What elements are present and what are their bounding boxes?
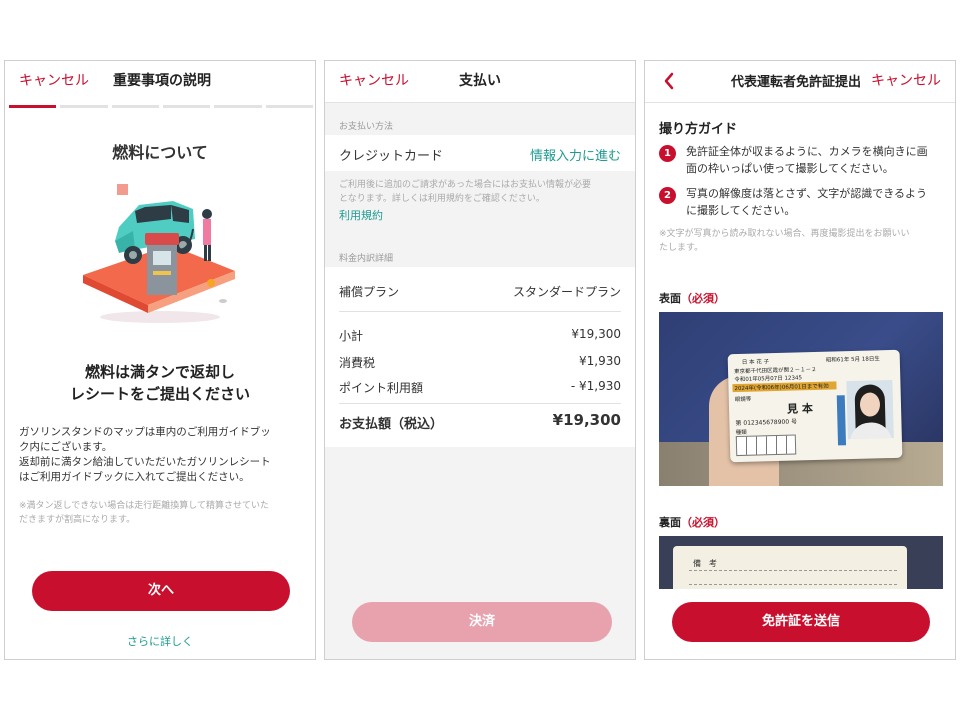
progress-bar: [9, 105, 313, 108]
license-name: 日 本 花 子: [741, 359, 770, 366]
plan-row: 補償プラン スタンダードプラン: [339, 283, 621, 300]
license-class-grid: [735, 434, 797, 457]
divider: [339, 403, 621, 404]
notice-line: ご利用後に追加のご請求があった場合にはお支払い情報が必要: [339, 180, 592, 190]
description-line: ガソリンスタンドのマップは車内のご利用ガイドブッ: [19, 426, 271, 438]
chevron-left-icon[interactable]: [663, 72, 675, 90]
progress-step-5: [214, 105, 262, 108]
license-number: 第 012345678900 号: [735, 418, 798, 428]
enter-info-link[interactable]: 情報入力に進む: [530, 145, 621, 164]
description-line: はご利用ガイドブックに入れてご提出ください。: [19, 471, 250, 483]
total-label: お支払額（税込）: [339, 417, 444, 432]
license-condition: 眼鏡等: [734, 396, 752, 404]
back-field-label: 備 考: [693, 559, 717, 568]
back-field-line: [689, 584, 897, 585]
cancel-button[interactable]: キャンセル: [339, 70, 409, 90]
tax-row: 消費税 ¥1,930: [339, 354, 621, 371]
step-number-badge: 2: [659, 187, 676, 204]
points-value: - ¥1,930: [570, 379, 621, 393]
section-heading: 燃料について: [112, 143, 208, 162]
points-row: ポイント利用額 - ¥1,930: [339, 379, 621, 396]
header: 代表運転者免許証提出 キャンセル: [645, 61, 955, 103]
footnote-line: ※満タン返しできない場合は走行距離換算して精算させていた: [19, 501, 270, 511]
license-front-photo[interactable]: 日 本 花 子 昭和61年 5月 18日生 東京都千代田区霞が関２－１－２ 令和…: [659, 312, 943, 486]
license-portrait: [846, 379, 894, 440]
step-text-line: 面の枠いっぱい使って撮影してください。: [686, 162, 894, 175]
terms-link[interactable]: 利用規約: [339, 207, 383, 223]
license-back-photo[interactable]: 備 考: [659, 536, 943, 592]
plan-label: 補償プラン: [339, 285, 400, 299]
step-text: 写真の解像度は落とさず、文字が認識できるよう に撮影してください。: [686, 185, 927, 219]
description-line: 返却前に満タン給油していただいたガソリンレシート: [19, 456, 271, 468]
header: キャンセル 支払い: [325, 61, 635, 103]
points-label: ポイント利用額: [339, 381, 424, 395]
progress-step-3: [111, 105, 159, 108]
step-text-line: 写真の解像度は落とさず、文字が認識できるよう: [686, 187, 928, 200]
tax-label: 消費税: [339, 356, 376, 370]
total-row: お支払額（税込） ¥19,300: [339, 411, 621, 432]
main-message-line1: 燃料は満タンで返却し: [84, 363, 235, 381]
license-expiry: 2024年(令和06年)06月01日まで有効: [732, 381, 837, 393]
credit-card-row[interactable]: クレジットカード 情報入力に進む: [325, 135, 635, 171]
payment-screen: キャンセル 支払い お支払い方法 クレジットカード 情報入力に進む ご利用後に追…: [324, 60, 636, 660]
front-label: 表面: [659, 292, 681, 305]
payment-notice: ご利用後に追加のご請求があった場合にはお支払い情報が必要 となります。詳しくは利…: [339, 178, 591, 206]
description-line: ク内にございます。: [19, 441, 113, 453]
tax-value: ¥1,930: [579, 354, 621, 368]
license-sample-mark: 見 本: [786, 402, 814, 416]
step-text-line: に撮影してください。: [686, 204, 796, 217]
note-line: ※文字が写真から読み取れない場合、再度撮影提出をお願いい: [659, 229, 910, 239]
front-side-label: 表面（必須）: [659, 290, 725, 306]
step-number-badge: 1: [659, 145, 676, 162]
subtotal-row: 小計 ¥19,300: [339, 327, 621, 344]
progress-step-1: [9, 105, 57, 108]
payment-method-label: お支払い方法: [339, 122, 394, 132]
progress-step-2: [60, 105, 108, 108]
page-title: 支払い: [459, 73, 501, 89]
note-line: たします。: [659, 243, 704, 253]
more-details-link[interactable]: さらに詳しく: [5, 633, 315, 649]
description: ガソリンスタンドのマップは車内のご利用ガイドブッ ク内にございます。 返却前に満…: [19, 425, 271, 485]
header: キャンセル 重要事項の説明: [5, 61, 315, 101]
required-mark: （必須）: [681, 516, 725, 529]
page-title: 重要事項の説明: [113, 73, 211, 89]
step-text-line: 免許証全体が収まるように、カメラを横向きに画: [686, 145, 928, 158]
next-button[interactable]: 次へ: [32, 571, 290, 611]
license-submission-screen: 代表運転者免許証提出 キャンセル 撮り方ガイド 1 免許証全体が収まるように、カ…: [644, 60, 956, 660]
fuel-explanation-screen: キャンセル 重要事項の説明 燃料について 燃料は満タンで返却し レシートをご提出…: [4, 60, 316, 660]
license-card: 日 本 花 子 昭和61年 5月 18日生 東京都千代田区霞が関２－１－２ 令和…: [727, 349, 903, 463]
page-title: 代表運転者免許証提出: [731, 75, 862, 90]
license-back-card: 備 考: [673, 546, 907, 592]
main-message-line2: レシートをご提出ください: [69, 385, 250, 403]
submit-license-button[interactable]: 免許証を送信: [672, 602, 930, 642]
car-fuel-illustration: [83, 184, 235, 323]
back-side-label: 裏面（必須）: [659, 514, 725, 530]
plan-value: スタンダードプラン: [512, 285, 621, 299]
license-side-strip: [836, 395, 847, 446]
divider: [339, 311, 621, 312]
footnote-line: だきますが割高になります。: [19, 515, 136, 525]
notice-line: となります。詳しくは利用規約をご確認ください。: [339, 194, 545, 204]
cancel-button[interactable]: キャンセル: [19, 70, 89, 90]
breakdown-label: 料金内訳詳細: [339, 254, 394, 264]
credit-card-label: クレジットカード: [339, 149, 444, 164]
back-field-line: [689, 570, 897, 571]
cancel-button[interactable]: キャンセル: [871, 70, 941, 90]
subtotal-label: 小計: [339, 329, 364, 343]
required-mark: （必須）: [681, 292, 725, 305]
pay-button[interactable]: 決済: [352, 602, 612, 642]
subtotal-value: ¥19,300: [571, 327, 621, 341]
progress-step-6: [265, 105, 313, 108]
footnote: ※満タン返しできない場合は走行距離換算して精算させていた だきますが割高になりま…: [19, 499, 269, 527]
progress-step-4: [162, 105, 211, 108]
total-value: ¥19,300: [552, 411, 621, 429]
price-breakdown: 補償プラン スタンダードプラン 小計 ¥19,300 消費税 ¥1,930 ポイ…: [325, 267, 635, 447]
step-text: 免許証全体が収まるように、カメラを横向きに画 面の枠いっぱい使って撮影してくださ…: [686, 143, 928, 177]
license-birth: 昭和61年 5月 18日生: [825, 356, 880, 364]
back-label: 裏面: [659, 516, 681, 529]
guide-heading: 撮り方ガイド: [659, 122, 738, 137]
guide-note: ※文字が写真から読み取れない場合、再度撮影提出をお願いい たします。: [659, 227, 910, 255]
